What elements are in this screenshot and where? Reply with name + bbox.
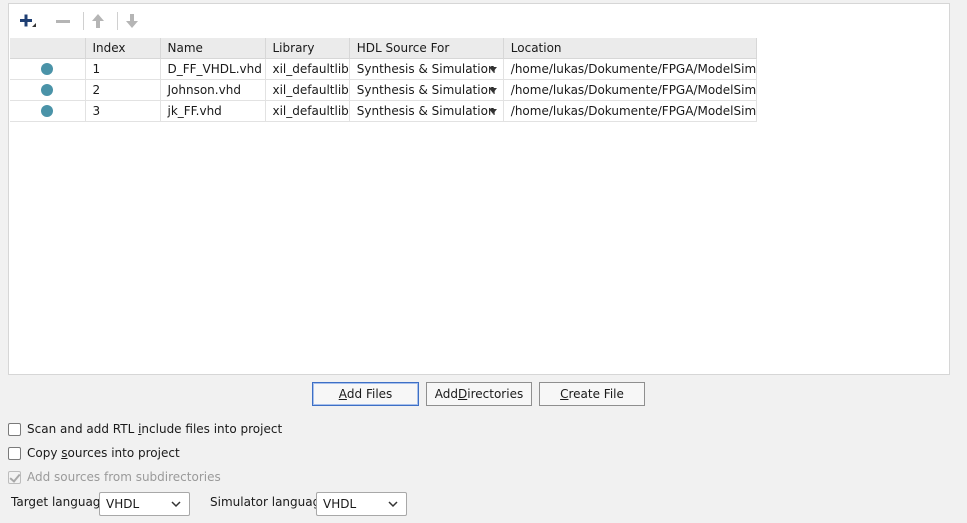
sources-panel: Index Name Library HDL Source For Locati… (8, 3, 950, 375)
library-cell[interactable]: xil_defaultlib (265, 58, 350, 80)
hdl-source-value: Synthesis & Simulation (356, 61, 496, 76)
copy-sources-checkbox[interactable] (8, 446, 21, 460)
toolbar-separator (83, 12, 84, 30)
library-cell[interactable]: xil_defaultlib (265, 100, 350, 122)
hdl-source-value: Synthesis & Simulation (356, 82, 496, 97)
button-label: reate File (568, 387, 624, 401)
status-cell (10, 58, 86, 80)
move-up-button[interactable] (86, 10, 110, 32)
location-cell: /home/lukas/Dokumente/FPGA/ModelSim (503, 79, 758, 101)
status-dot-icon (41, 84, 53, 96)
hdl-source-value: Synthesis & Simulation (356, 103, 496, 118)
button-label: dd Files (346, 387, 393, 401)
simulator-language-value: VHDL (323, 497, 357, 511)
arrow-up-icon (92, 14, 104, 28)
table-row[interactable]: 1 D_FF_VHDL.vhd xil_defaultlib Synthesis… (10, 58, 758, 80)
status-cell (10, 100, 86, 122)
toolbar-separator (117, 12, 118, 30)
add-subdirectories-checkbox (8, 470, 21, 484)
button-label: irectories (467, 387, 524, 401)
scan-rtl-include-option[interactable]: Scan and add RTL include files into proj… (8, 420, 282, 438)
option-label: Copy sources into project (27, 446, 180, 460)
column-header-status (10, 38, 86, 59)
name-cell[interactable]: D_FF_VHDL.vhd (160, 58, 266, 80)
location-cell: /home/lukas/Dokumente/FPGA/ModelSim (503, 100, 758, 122)
add-files-button[interactable]: Add Files (312, 382, 419, 406)
toolbar (9, 4, 949, 37)
simulator-language-label: Simulator language: (210, 495, 332, 509)
status-dot-icon (41, 105, 53, 117)
button-label: Add (434, 387, 459, 401)
chevron-down-icon (388, 501, 398, 508)
status-dot-icon (41, 63, 53, 75)
remove-button[interactable] (51, 10, 75, 32)
column-header-index[interactable]: Index (85, 38, 161, 59)
dropdown-arrow-icon[interactable] (488, 87, 497, 93)
mnemonic-letter: C (560, 387, 569, 401)
mnemonic-letter: A (338, 387, 347, 401)
add-directories-button[interactable]: Add Directories (426, 382, 532, 406)
move-down-button[interactable] (120, 10, 144, 32)
target-language-select[interactable]: VHDL (99, 492, 190, 516)
sources-table: Index Name Library HDL Source For Locati… (10, 38, 758, 122)
chevron-down-icon (171, 501, 181, 508)
target-language-value: VHDL (106, 497, 140, 511)
library-cell[interactable]: xil_defaultlib (265, 79, 350, 101)
column-header-hdl-source-for[interactable]: HDL Source For (349, 38, 504, 59)
hdl-source-dropdown[interactable]: Synthesis & Simulation (349, 100, 504, 122)
status-cell (10, 79, 86, 101)
create-file-button[interactable]: Create File (539, 382, 645, 406)
dropdown-arrow-icon[interactable] (488, 108, 497, 114)
table-row[interactable]: 3 jk_FF.vhd xil_defaultlib Synthesis & S… (10, 100, 758, 122)
simulator-language-select[interactable]: VHDL (316, 492, 407, 516)
add-subdirectories-option: Add sources from subdirectories (8, 468, 221, 486)
scan-rtl-include-checkbox[interactable] (8, 422, 21, 436)
column-header-name[interactable]: Name (160, 38, 266, 59)
minus-icon (56, 20, 70, 23)
table-header: Index Name Library HDL Source For Locati… (10, 38, 758, 59)
option-label: Scan and add RTL include files into proj… (27, 422, 283, 436)
plus-icon (20, 14, 36, 27)
arrow-down-icon (126, 14, 138, 28)
index-cell: 1 (85, 58, 161, 80)
dropdown-arrow-icon[interactable] (488, 66, 497, 72)
column-header-location[interactable]: Location (503, 38, 758, 59)
hdl-source-dropdown[interactable]: Synthesis & Simulation (349, 79, 504, 101)
location-cell: /home/lukas/Dokumente/FPGA/ModelSim (503, 58, 758, 80)
mnemonic-letter: D (458, 387, 468, 401)
name-cell[interactable]: jk_FF.vhd (160, 100, 266, 122)
option-label: Add sources from subdirectories (27, 470, 221, 484)
target-language-label: Target language: (11, 495, 112, 509)
name-cell[interactable]: Johnson.vhd (160, 79, 266, 101)
column-header-library[interactable]: Library (265, 38, 350, 59)
add-button[interactable] (15, 10, 39, 32)
index-cell: 2 (85, 79, 161, 101)
copy-sources-option[interactable]: Copy sources into project (8, 444, 180, 462)
table-row[interactable]: 2 Johnson.vhd xil_defaultlib Synthesis &… (10, 79, 758, 101)
hdl-source-dropdown[interactable]: Synthesis & Simulation (349, 58, 504, 80)
index-cell: 3 (85, 100, 161, 122)
